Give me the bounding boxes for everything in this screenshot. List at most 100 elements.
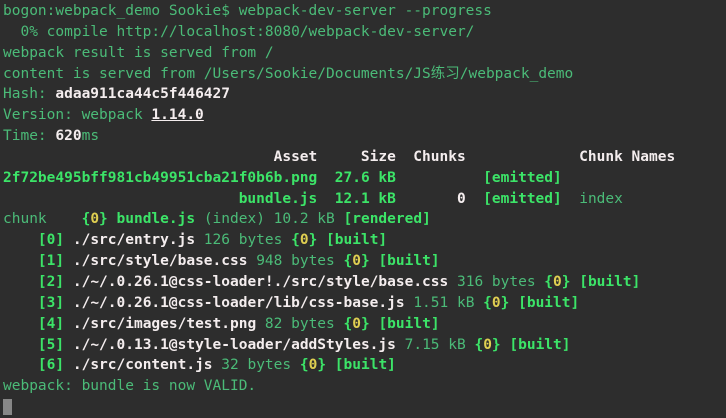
text-segment (326, 357, 335, 373)
terminal-line: [2] ./~/.0.26.1@css-loader!./src/style/b… (3, 272, 726, 293)
module-path: ./~/.0.26.1@css-loader/lib/css-base.js (73, 295, 405, 311)
built-tag: [built] (378, 316, 439, 332)
terminal-line: webpack result is served from / (3, 43, 726, 64)
module-path: ./~/.0.26.1@css-loader!./src/style/base.… (73, 274, 448, 290)
module-id: [4] (38, 316, 64, 332)
module-path: ./src/entry.js (73, 232, 195, 248)
text-segment: 7.15 kB (396, 337, 475, 353)
bundle-status: webpack: bundle is now VALID. (3, 378, 256, 394)
text-segment (64, 295, 73, 311)
text-segment: 0 (352, 316, 361, 332)
module-id: [1] (38, 253, 64, 269)
terminal-line: Time: 620ms (3, 126, 726, 147)
chunk-file: bundle.js (117, 211, 196, 227)
text-segment (570, 274, 579, 290)
emitted-tag: [emitted] (483, 191, 562, 207)
text-segment: { (291, 232, 300, 248)
text-segment: 82 bytes (256, 316, 343, 332)
text-segment (64, 316, 73, 332)
text-segment: Time: (3, 128, 55, 144)
module-id: [6] (38, 357, 64, 373)
hash-value: adaa911ca44c5f446427 (55, 86, 230, 102)
text-segment (3, 295, 38, 311)
text-segment: { (344, 253, 353, 269)
text-segment: content is served from /Users/Sookie/Doc… (3, 66, 573, 82)
terminal-line (3, 397, 726, 418)
text-segment: { (474, 337, 483, 353)
asset-name: 2f72be495bff981cb49951cba21f0b6b.png (3, 170, 317, 186)
terminal-output[interactable]: bogon:webpack_demo Sookie$ webpack-dev-s… (0, 0, 726, 417)
text-segment: } (309, 232, 318, 248)
webpack-version: 1.14.0 (151, 107, 203, 123)
text-segment (64, 357, 73, 373)
module-path: ./src/style/base.css (73, 253, 248, 269)
text-segment: 1.51 kB (405, 295, 484, 311)
text-segment: 0 (492, 295, 501, 311)
text-segment (3, 316, 38, 332)
module-path: ./src/images/test.png (73, 316, 256, 332)
build-time: 620 (55, 128, 81, 144)
terminal-line: bogon:webpack_demo Sookie$ webpack-dev-s… (3, 1, 726, 22)
terminal-line: [4] ./src/images/test.png 82 bytes {0} [… (3, 314, 726, 335)
text-segment: 0 (553, 274, 562, 290)
cursor-block (3, 399, 12, 415)
text-segment (317, 232, 326, 248)
emitted-tag: [emitted] (483, 170, 562, 186)
text-segment: } (317, 357, 326, 373)
asset-name: bundle.js (239, 191, 318, 207)
module-id: [0] (38, 232, 64, 248)
module-id: [3] (38, 295, 64, 311)
terminal-line: [1] ./src/style/base.css 948 bytes {0} [… (3, 251, 726, 272)
text-segment: 126 bytes (195, 232, 291, 248)
text-segment: { (483, 295, 492, 311)
text-segment (396, 191, 457, 207)
module-path: ./src/content.js (73, 357, 213, 373)
text-segment: ms (82, 128, 99, 144)
shell-prompt-command: bogon:webpack_demo Sookie$ webpack-dev-s… (3, 3, 492, 19)
terminal-line: content is served from /Users/Sookie/Doc… (3, 64, 726, 85)
asset-table-header: Asset Size Chunks Chunk Names (3, 149, 675, 165)
text-segment: 32 bytes (213, 357, 300, 373)
text-segment (64, 232, 73, 248)
terminal-line: [6] ./src/content.js 32 bytes {0} [built… (3, 355, 726, 376)
module-id: [2] (38, 274, 64, 290)
text-segment (317, 170, 334, 186)
text-segment (64, 253, 73, 269)
text-segment (466, 191, 483, 207)
text-segment (396, 170, 483, 186)
text-segment: 948 bytes (247, 253, 343, 269)
text-segment: { (344, 316, 353, 332)
text-segment: } (361, 253, 370, 269)
terminal-line: webpack: bundle is now VALID. (3, 376, 726, 397)
terminal-line: chunk {0} bundle.js (index) 10.2 kB [ren… (3, 209, 726, 230)
chunk-id: 0 (457, 191, 466, 207)
built-tag: [built] (378, 253, 439, 269)
text-segment (317, 191, 334, 207)
built-tag: [built] (335, 357, 396, 373)
terminal-line: Version: webpack 1.14.0 (3, 105, 726, 126)
asset-size: 12.1 kB (335, 191, 396, 207)
text-segment: { (82, 211, 91, 227)
text-segment: { (544, 274, 553, 290)
asset-size: 27.6 kB (335, 170, 396, 186)
terminal-line: Hash: adaa911ca44c5f446427 (3, 84, 726, 105)
text-segment: 0 (300, 232, 309, 248)
module-id: [5] (38, 337, 64, 353)
text-segment: 0 (483, 337, 492, 353)
text-segment: webpack result is served from / (3, 45, 274, 61)
text-segment (562, 191, 579, 207)
text-segment: (index) 10.2 kB (195, 211, 343, 227)
terminal-line: 2f72be495bff981cb49951cba21f0b6b.png 27.… (3, 168, 726, 189)
terminal-line: [3] ./~/.0.26.1@css-loader/lib/css-base.… (3, 293, 726, 314)
text-segment (64, 337, 73, 353)
text-segment: chunk (3, 211, 82, 227)
built-tag: [built] (326, 232, 387, 248)
text-segment (3, 232, 38, 248)
text-segment (3, 337, 38, 353)
text-segment: } (492, 337, 501, 353)
built-tag: [built] (518, 295, 579, 311)
text-segment (3, 357, 38, 373)
compile-progress: 0% compile http://localhost:8080/webpack… (3, 24, 474, 40)
text-segment: Hash: (3, 86, 55, 102)
text-segment (64, 274, 73, 290)
